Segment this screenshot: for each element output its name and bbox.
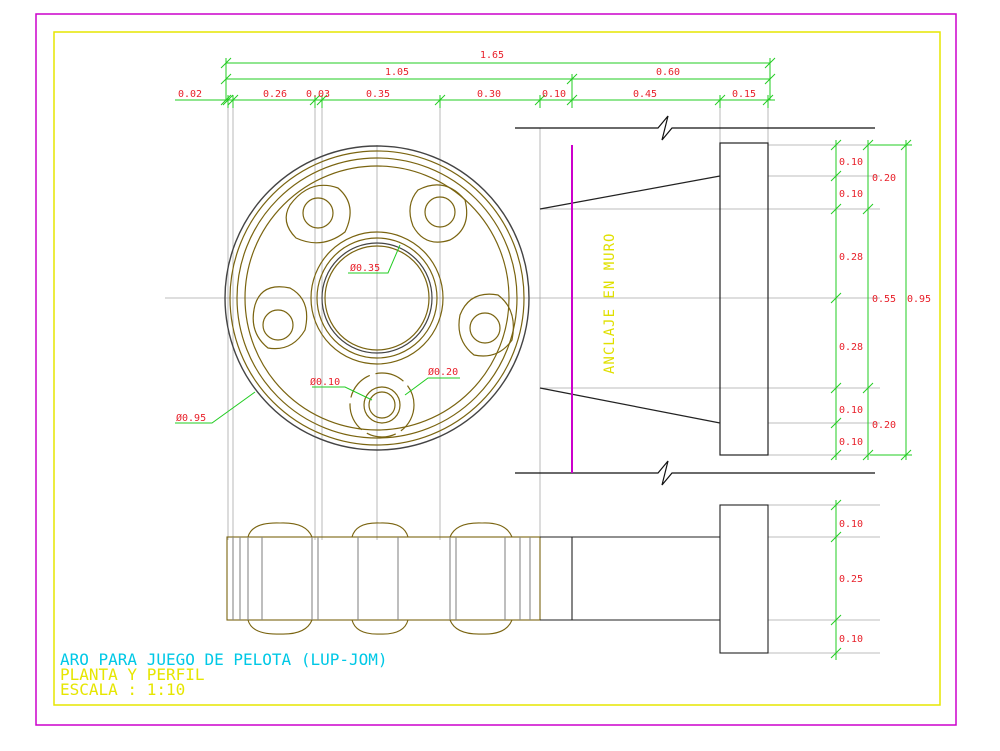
anchor-label: ANCLAJE EN MURO [602,233,618,374]
dimension-lines [175,57,912,660]
dim-side-inner-3: 0.28 [839,252,863,263]
dim-003: 0.03 [306,89,330,100]
dim-105: 1.05 [385,67,409,78]
dim-side-inner-5: 0.10 [839,405,863,416]
dim-profile-3: 0.10 [839,634,863,645]
dim-total-165: 1.65 [480,50,504,61]
dim-profile-1: 0.10 [839,519,863,530]
dim-side-middle-2: 0.55 [872,294,896,305]
dim-010-top: 0.10 [542,89,566,100]
hole-top-right [409,184,468,243]
cad-drawing: ANCLAJE EN MURO 1.65 1.05 0.60 0.02 0.26… [35,13,957,726]
dim-profile-2: 0.25 [839,574,863,585]
profile-block [539,142,769,456]
dim-side-inner-4: 0.28 [839,342,863,353]
title-block: ARO PARA JUEGO DE PELOTA (LUP-JOM) PLANT… [60,650,388,699]
dim-side-middle-1: 0.20 [872,173,896,184]
elevation-view [226,504,769,654]
hole-bottom [349,372,415,438]
outer-border [35,13,957,726]
dia-outer: Ø0.95 [176,412,206,424]
wall-section-lines [515,115,875,486]
dia-small-hole: Ø0.10 [310,376,340,388]
dim-015: 0.15 [732,89,756,100]
dim-030: 0.30 [477,89,501,100]
hole-left [252,286,308,350]
dia-center-hole: Ø0.35 [350,262,380,274]
dim-side-inner-2: 0.10 [839,189,863,200]
leader-lines [175,244,460,424]
dim-side-inner-6: 0.10 [839,437,863,448]
dim-side-inner-1: 0.10 [839,157,863,168]
dimension-texts: 1.65 1.05 0.60 0.02 0.26 0.03 0.35 0.30 … [176,50,931,645]
construction-lines [165,95,880,654]
dim-035: 0.35 [366,89,390,100]
inner-border [53,31,941,706]
dim-045: 0.45 [633,89,657,100]
dim-002: 0.02 [178,89,202,100]
dim-side-outer: 0.95 [907,294,931,305]
dim-026: 0.26 [263,89,287,100]
hole-right [458,293,514,357]
title-line-3: ESCALA : 1:10 [60,680,185,699]
dia-boss: Ø0.20 [428,366,458,378]
dim-side-middle-3: 0.20 [872,420,896,431]
dim-060: 0.60 [656,67,680,78]
